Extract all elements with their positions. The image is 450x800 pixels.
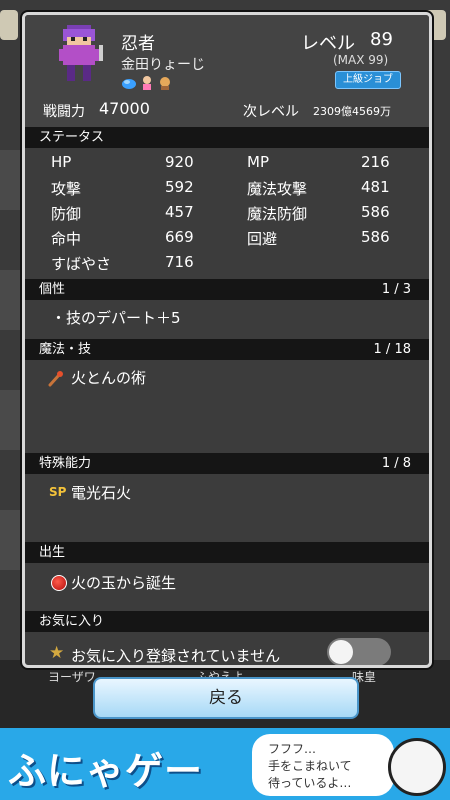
- job-rank-badge: 上級ジョブ: [335, 71, 401, 89]
- magic-item[interactable]: 火とんの術: [71, 367, 146, 388]
- origin-section-header: 出生: [25, 542, 429, 563]
- water-element-icon: [122, 79, 136, 89]
- special-section-header: 特殊能力 1 / 8: [25, 453, 429, 474]
- ad-bubble-line: フフフ…: [268, 742, 317, 756]
- job-name: 忍者: [121, 34, 155, 54]
- origin-value: 火の玉から誕生: [71, 574, 177, 592]
- special-ability-item[interactable]: 電光石火: [71, 482, 131, 503]
- stat-label: 防御: [51, 205, 82, 223]
- stat-value: 716: [165, 253, 194, 271]
- ad-banner[interactable]: ふにゃゲー フフフ… 手をこまねいて 待っているよ…: [0, 728, 450, 800]
- stat-value: 920: [165, 153, 194, 171]
- power-label: 戦闘力: [43, 104, 85, 120]
- bg-side-panel: [0, 390, 22, 450]
- stat-value: 586: [361, 228, 390, 246]
- next-level-value: 2309億4569万: [313, 105, 391, 118]
- favorite-status: お気に入り登録されていません: [71, 647, 281, 665]
- element-icons: [121, 75, 173, 91]
- stat-label: すばやさ: [51, 255, 112, 273]
- trait-item[interactable]: ・技のデパート＋5: [51, 307, 181, 328]
- power-value: 47000: [99, 99, 150, 118]
- back-button[interactable]: 戻る: [93, 677, 359, 719]
- level-value: 89: [370, 29, 393, 50]
- section-title: 個性: [39, 282, 66, 297]
- stat-label: HP: [51, 153, 72, 171]
- stat-value: 586: [361, 203, 390, 221]
- section-count: 1 / 3: [381, 282, 411, 297]
- stat-label: 魔法防御: [247, 205, 308, 223]
- stat-value: 216: [361, 153, 390, 171]
- stat-value: 592: [165, 178, 194, 196]
- bg-tab-left: [0, 10, 18, 40]
- ad-bubble-line: 待っているよ…: [268, 776, 352, 790]
- toggle-knob: [329, 640, 353, 664]
- stat-label: 魔法攻撃: [247, 180, 308, 198]
- star-icon: ★: [49, 643, 65, 663]
- stat-value: 481: [361, 178, 390, 196]
- bg-side-panel: [0, 510, 22, 570]
- next-level-label: 次レベル: [243, 104, 299, 120]
- wand-icon: [48, 371, 63, 387]
- bg-character-name: ヨーザワ: [48, 670, 96, 684]
- character-name: 金田りょーじ: [121, 57, 205, 73]
- stat-value: 457: [165, 203, 194, 221]
- character-header: 忍者 金田りょーじ レベル 89 (MAX 99) 上級ジョブ 戦闘力 4700…: [25, 15, 429, 127]
- fireball-icon: [51, 575, 67, 591]
- status-section-header: ステータス: [25, 127, 429, 148]
- ninja-avatar-icon: [59, 25, 103, 81]
- section-title: 魔法・技: [39, 342, 92, 357]
- bg-side-panel: [0, 270, 22, 330]
- stat-label: 命中: [51, 230, 82, 248]
- max-level: (MAX 99): [333, 53, 389, 67]
- beast-element-icon: [160, 77, 170, 90]
- section-title: ステータス: [39, 130, 105, 145]
- magic-section-header: 魔法・技 1 / 18: [25, 339, 429, 360]
- section-count: 1 / 18: [373, 342, 411, 357]
- ad-bubble-line: 手をこまねいて: [268, 759, 352, 773]
- section-title: お気に入り: [39, 614, 105, 629]
- ad-mascot-icon: [388, 738, 446, 796]
- sp-badge: SP: [49, 485, 67, 499]
- stat-value: 669: [165, 228, 194, 246]
- favorite-section-header: お気に入り: [25, 611, 429, 632]
- section-title: 出生: [39, 545, 66, 560]
- section-count: 1 / 8: [381, 456, 411, 471]
- girl-element-icon: [143, 76, 151, 90]
- level-label: レベル: [301, 33, 355, 54]
- character-detail-panel: 忍者 金田りょーじ レベル 89 (MAX 99) 上級ジョブ 戦闘力 4700…: [22, 12, 432, 668]
- ad-title: ふにゃゲー: [8, 749, 204, 793]
- favorite-toggle[interactable]: [327, 638, 391, 665]
- traits-section-header: 個性 1 / 3: [25, 279, 429, 300]
- bg-side-panel: [0, 150, 22, 210]
- section-title: 特殊能力: [39, 456, 92, 471]
- stat-label: MP: [247, 153, 269, 171]
- stat-label: 攻撃: [51, 180, 82, 198]
- stat-label: 回避: [247, 230, 278, 248]
- ad-speech-bubble: フフフ… 手をこまねいて 待っているよ…: [252, 734, 394, 796]
